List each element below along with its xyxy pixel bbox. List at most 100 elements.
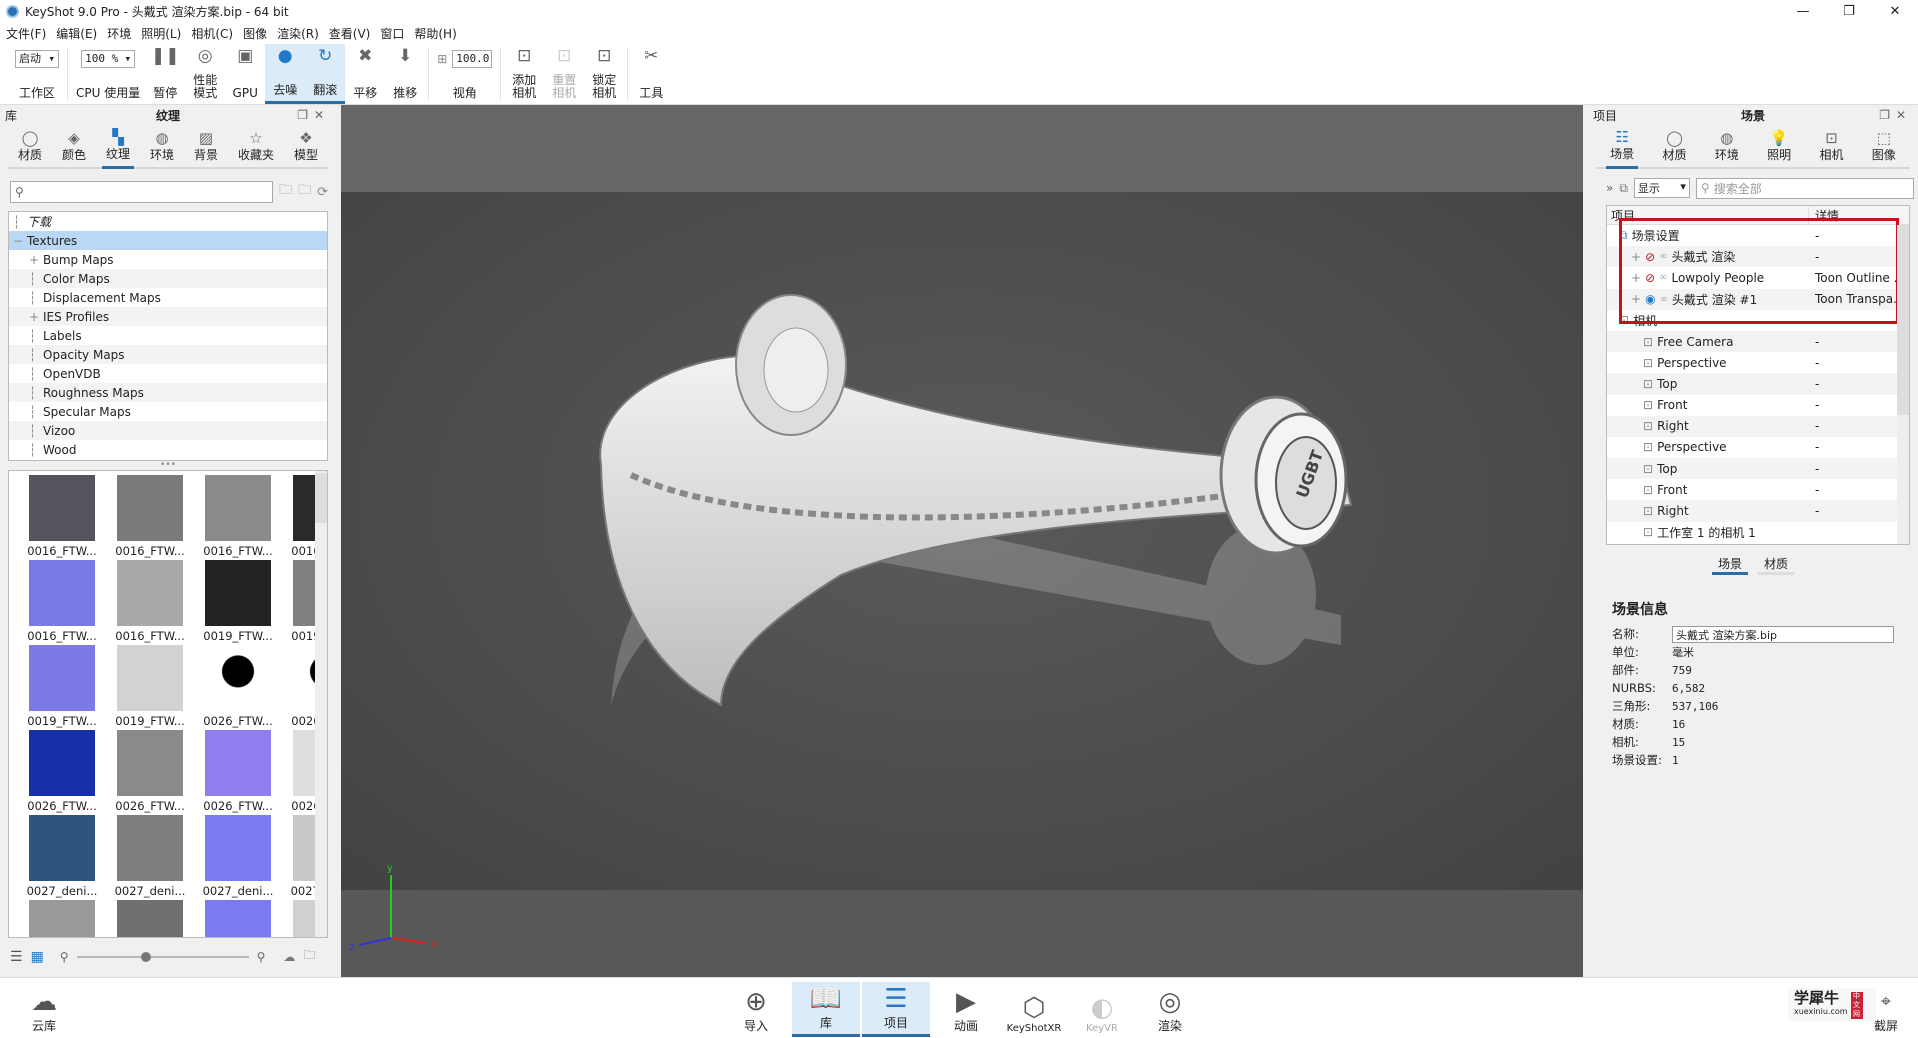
tree-item[interactable]: ┆ OpenVDB (9, 364, 327, 383)
tree-expander[interactable]: ┆ (29, 424, 43, 438)
show-select[interactable]: 显示 ▾ (1633, 178, 1690, 198)
tree-item[interactable]: ┆ Wood (9, 440, 327, 459)
tab-color[interactable]: ◈ 颜色 (58, 125, 90, 167)
zoom-out-icon[interactable]: ⚲ (60, 950, 69, 964)
menu-item[interactable]: 帮助(H) (414, 25, 456, 42)
scene-tree-row[interactable]: ⊡ Perspective - (1607, 437, 1909, 458)
tab-scene[interactable]: ☷ 场景 (1606, 125, 1639, 169)
tree-expander[interactable]: ┆ (29, 443, 43, 457)
tree-expander[interactable]: ┆ (29, 405, 43, 419)
tree-item[interactable]: ┆ 下载 (9, 212, 327, 231)
subtab-scene[interactable]: 场景 (1711, 555, 1748, 575)
add-camera-button[interactable]: ⊡ 添加 相机 (504, 44, 544, 104)
cloud-upload-icon[interactable]: ☁ (283, 950, 295, 964)
tab-environment[interactable]: ◍ 环境 (1711, 125, 1743, 167)
refresh-icon[interactable]: ⟳ (317, 185, 328, 200)
tree-item[interactable]: ┆ Vizoo (9, 421, 327, 440)
keyshotxr-button[interactable]: ⬡ KeyShotXR (1000, 982, 1068, 1037)
scene-tree-row[interactable]: ⊡ Free Camera - (1607, 330, 1909, 353)
texture-thumbnail[interactable] (23, 900, 101, 937)
subtab-materials[interactable]: 材质 (1758, 555, 1795, 575)
tumble-button[interactable]: ↻ 翻滚 (305, 44, 346, 104)
texture-thumbnail[interactable]: 0026_FTW... (23, 730, 101, 815)
texture-thumbnail[interactable]: 0016_FTW... (23, 560, 101, 645)
tree-expander[interactable]: ┆ (29, 329, 43, 343)
list-view-icon[interactable]: ☰ (10, 949, 23, 965)
texture-thumbnail[interactable]: 0019_FTW... (199, 560, 277, 645)
tab-background[interactable]: ▨ 背景 (190, 125, 222, 167)
thumbnail-size-slider[interactable] (76, 951, 249, 962)
tree-item[interactable]: ┆ Opacity Maps (9, 345, 327, 364)
tree-item[interactable]: ┆ Displacement Maps (9, 288, 327, 307)
texture-thumbnail[interactable]: 0016_FTW... (23, 475, 101, 560)
texture-thumbnail[interactable]: 0026_FTW... (111, 730, 189, 815)
scene-tree-scrollbar[interactable] (1897, 225, 1909, 544)
fov-input[interactable]: 100.0 (452, 50, 493, 68)
import-button[interactable]: ⊕ 导入 (722, 982, 790, 1037)
tree-expander[interactable]: ┆ (29, 367, 43, 381)
scene-tree-row[interactable]: ⊡ Top - (1607, 458, 1909, 480)
float-close-icons[interactable]: ❐✕ (297, 108, 330, 122)
tree-expander[interactable]: ┆ (29, 386, 43, 400)
scene-tree-row[interactable]: ⊡ Top - (1607, 373, 1909, 395)
menu-item[interactable]: 环境 (107, 25, 131, 42)
tree-item[interactable]: ┆ Color Maps (9, 269, 327, 288)
tree-expander[interactable]: ┆ (29, 348, 43, 362)
close-button[interactable]: ✕ (1872, 0, 1918, 22)
minimize-button[interactable]: — (1780, 0, 1826, 22)
animation-button[interactable]: ▶ 动画 (932, 982, 1000, 1037)
thumbnail-scrollbar[interactable] (315, 471, 327, 937)
splitter-handle[interactable]: ••• (0, 461, 336, 470)
texture-thumbnail[interactable] (199, 900, 277, 937)
grid-view-icon[interactable]: ▦ (31, 949, 44, 965)
scene-name-input[interactable]: 头戴式 渲染方案.bip (1672, 625, 1894, 643)
texture-thumbnail[interactable]: 0019_FTW... (23, 645, 101, 730)
lock-camera-button[interactable]: ⊡ 锁定 相机 (584, 44, 624, 104)
render-viewport[interactable]: UGBT y x z (341, 105, 1583, 977)
texture-thumbnail[interactable]: 0016_FTW... (199, 475, 277, 560)
tab-material[interactable]: ◯ 材质 (1658, 125, 1690, 167)
library-search-input[interactable]: ⚲ (10, 181, 274, 203)
tree-expander[interactable]: − (13, 234, 27, 248)
cpu-usage-select[interactable]: 100 % ▾ (81, 50, 136, 68)
expand-icon[interactable]: » (1606, 181, 1613, 195)
maximize-button[interactable]: ❐ (1826, 0, 1872, 22)
pan-button[interactable]: ✖ 平移 (345, 44, 385, 104)
scene-tree-row[interactable]: ⊡ Perspective - (1607, 352, 1909, 373)
texture-thumbnail[interactable]: 0027_deni... (111, 815, 189, 900)
performance-button[interactable]: ◎ 性能 模式 (185, 44, 225, 104)
render-button[interactable]: ◎ 渲染 (1136, 982, 1204, 1037)
reset-camera-button[interactable]: ⊡ 重置 相机 (544, 44, 584, 104)
folder-icon[interactable]: 🗀 (303, 946, 315, 967)
pause-button[interactable]: ❚❚ 暂停 (145, 44, 185, 104)
scene-tree-row[interactable]: ⊡ 工作室 1 的相机 1 (1607, 522, 1909, 543)
texture-thumbnail[interactable]: 0026_FTW... (199, 645, 277, 730)
menu-item[interactable]: 相机(C) (191, 25, 233, 42)
menu-item[interactable]: 窗口 (380, 25, 404, 42)
dolly-button[interactable]: ⬇ 推移 (385, 44, 425, 104)
menu-item[interactable]: 图像 (243, 25, 267, 42)
scene-tree-row[interactable]: ⊡ Right - (1607, 500, 1909, 522)
texture-thumbnail[interactable] (111, 900, 189, 937)
float-close-icons[interactable]: ❐✕ (1879, 108, 1912, 122)
tree-expander[interactable]: ┆ (29, 291, 43, 305)
keyvr-button[interactable]: ◐ KeyVR (1068, 982, 1136, 1037)
add-folder-icon[interactable]: 🗀 (279, 181, 292, 203)
tree-expander[interactable]: ┆ (29, 272, 43, 286)
tab-camera[interactable]: ⊡ 相机 (1815, 125, 1847, 167)
library-button[interactable]: 📖 库 (792, 982, 860, 1037)
menu-item[interactable]: 文件(F) (6, 25, 46, 42)
zoom-in-icon[interactable]: ⚲ (257, 950, 266, 964)
tab-favorites[interactable]: ☆ 收藏夹 (234, 125, 278, 167)
project-button[interactable]: ☰ 项目 (862, 982, 930, 1037)
tree-item[interactable]: ┆ Roughness Maps (9, 383, 327, 402)
scene-tree-row[interactable]: ⊡ Front - (1607, 395, 1909, 416)
screenshot-button[interactable]: ⌖ 截屏 (1856, 982, 1916, 1037)
tab-lighting[interactable]: 💡 照明 (1763, 125, 1795, 167)
tree-item[interactable]: + Bump Maps (9, 250, 327, 269)
tab-texture[interactable]: ▚ 纹理 (101, 125, 134, 169)
tab-environment[interactable]: ◍ 环境 (146, 125, 178, 167)
tree-expander[interactable]: ┆ (13, 215, 27, 229)
tree-expander[interactable]: + (29, 310, 43, 324)
cloud-library-button[interactable]: ☁ 云库 (10, 982, 78, 1037)
